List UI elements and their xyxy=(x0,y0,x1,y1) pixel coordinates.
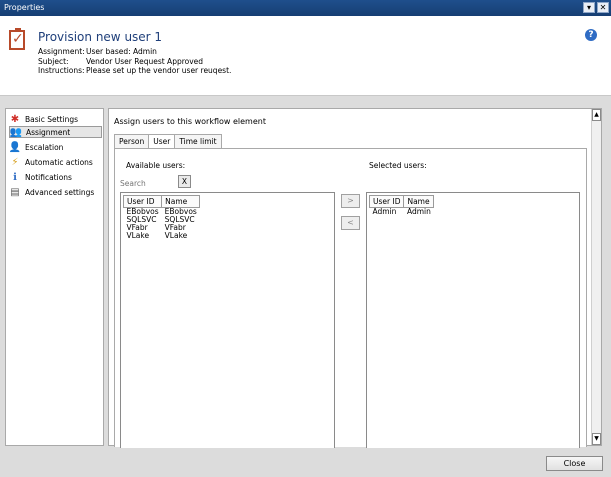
escalation-icon: 👤 xyxy=(8,141,22,153)
panel-title: Assign users to this workflow element xyxy=(114,117,266,126)
task-title: Provision new user 1 xyxy=(38,30,163,44)
available-users-table: User ID Name EBobvos EBobvos SQLSVC SQLS… xyxy=(122,195,201,240)
remove-user-button[interactable]: < xyxy=(341,216,360,230)
asterisk-icon: ✱ xyxy=(10,113,20,125)
table-row[interactable]: Admin Admin xyxy=(370,208,434,217)
detail-row-subject: Subject: Vendor User Request Approved xyxy=(38,57,231,67)
task-header: Provision new user 1 Assignment: User ba… xyxy=(0,16,611,96)
cell-user-id: Admin xyxy=(372,207,397,216)
nav-item-label: Assignment xyxy=(26,127,71,137)
column-header-name[interactable]: Name xyxy=(403,195,435,208)
nav-item-label: Notifications xyxy=(25,172,72,182)
window-close-button[interactable]: ✕ xyxy=(597,2,609,13)
window-menu-button[interactable]: ▾ xyxy=(583,2,595,13)
column-header-name[interactable]: Name xyxy=(161,195,201,208)
available-users-list[interactable]: User ID Name EBobvos EBobvos SQLSVC SQLS… xyxy=(120,192,335,448)
close-icon: ✕ xyxy=(599,3,607,12)
close-button[interactable]: Close xyxy=(546,456,603,471)
nav-item-assignment[interactable]: 👥 Assignment xyxy=(9,126,102,138)
table-header-row: User ID Name xyxy=(122,195,201,208)
assignment-panel: Assign users to this workflow element Pe… xyxy=(108,108,602,448)
cell-name: VLake xyxy=(164,231,188,240)
info-icon: ℹ xyxy=(13,171,17,183)
tab-time-limit[interactable]: Time limit xyxy=(174,134,222,148)
window-title: Properties xyxy=(4,3,45,12)
table-row[interactable]: VLake VLake xyxy=(124,232,200,240)
task-details: Assignment: User based: Admin Subject: V… xyxy=(38,47,231,76)
lightning-icon: ⚡ xyxy=(11,156,19,168)
nav-item-automatic-actions[interactable]: ⚡ Automatic actions xyxy=(9,156,102,168)
detail-value: Vendor User Request Approved xyxy=(86,56,204,66)
column-header-user-id[interactable]: User ID xyxy=(368,195,405,208)
selected-users-list[interactable]: User ID Name Admin Admin xyxy=(366,192,580,448)
user-tab-panel: Available users: Selected users: X User … xyxy=(114,148,587,448)
available-users-label: Available users: xyxy=(126,161,186,170)
scroll-up-icon[interactable]: ▲ xyxy=(592,109,601,121)
nav-item-advanced-settings[interactable]: ▤ Advanced settings xyxy=(9,186,102,198)
nav-item-label: Basic Settings xyxy=(25,114,79,124)
scroll-down-icon[interactable]: ▼ xyxy=(592,433,601,445)
selected-users-table: User ID Name Admin Admin xyxy=(368,195,435,217)
nav-item-label: Automatic actions xyxy=(25,157,93,167)
tab-person[interactable]: Person xyxy=(114,134,150,148)
search-input[interactable] xyxy=(120,177,175,189)
detail-value: Please set up the vendor user reuqest. xyxy=(86,66,232,75)
settings-icon: ▤ xyxy=(10,186,20,198)
detail-row-instructions: Instructions: Please set up the vendor u… xyxy=(38,66,231,76)
settings-nav: ✱ Basic Settings 👥 Assignment 👤 Escalati… xyxy=(5,108,104,446)
assignment-tabs: Person User Time limit xyxy=(114,134,222,149)
table-header-row: User ID Name xyxy=(368,195,435,208)
tab-user[interactable]: User xyxy=(148,134,176,149)
nav-item-notifications[interactable]: ℹ Notifications xyxy=(9,171,102,183)
help-icon[interactable]: ? xyxy=(585,29,597,41)
chevron-down-icon: ▾ xyxy=(586,3,591,12)
detail-label: Instructions: xyxy=(38,66,85,75)
column-header-user-id[interactable]: User ID xyxy=(122,195,163,208)
cell-user-id: VLake xyxy=(126,231,150,240)
nav-item-basic-settings[interactable]: ✱ Basic Settings xyxy=(9,113,102,125)
nav-item-label: Advanced settings xyxy=(25,187,95,197)
detail-label: Subject: xyxy=(38,56,69,66)
cell-name: Admin xyxy=(406,207,431,216)
users-icon: 👥 xyxy=(9,126,23,138)
nav-item-escalation[interactable]: 👤 Escalation xyxy=(9,141,102,153)
detail-value: User based: Admin xyxy=(86,47,157,56)
panel-scrollbar[interactable]: ▲ ▼ xyxy=(591,109,601,445)
nav-item-label: Escalation xyxy=(25,142,64,152)
add-user-button[interactable]: > xyxy=(341,194,360,208)
detail-row-assignment: Assignment: User based: Admin xyxy=(38,47,231,57)
window-titlebar: Properties ▾ ✕ xyxy=(0,0,611,16)
selected-users-label: Selected users: xyxy=(369,161,427,170)
clear-search-button[interactable]: X xyxy=(178,175,191,188)
detail-label: Assignment: xyxy=(38,47,85,56)
checklist-icon xyxy=(9,28,25,50)
